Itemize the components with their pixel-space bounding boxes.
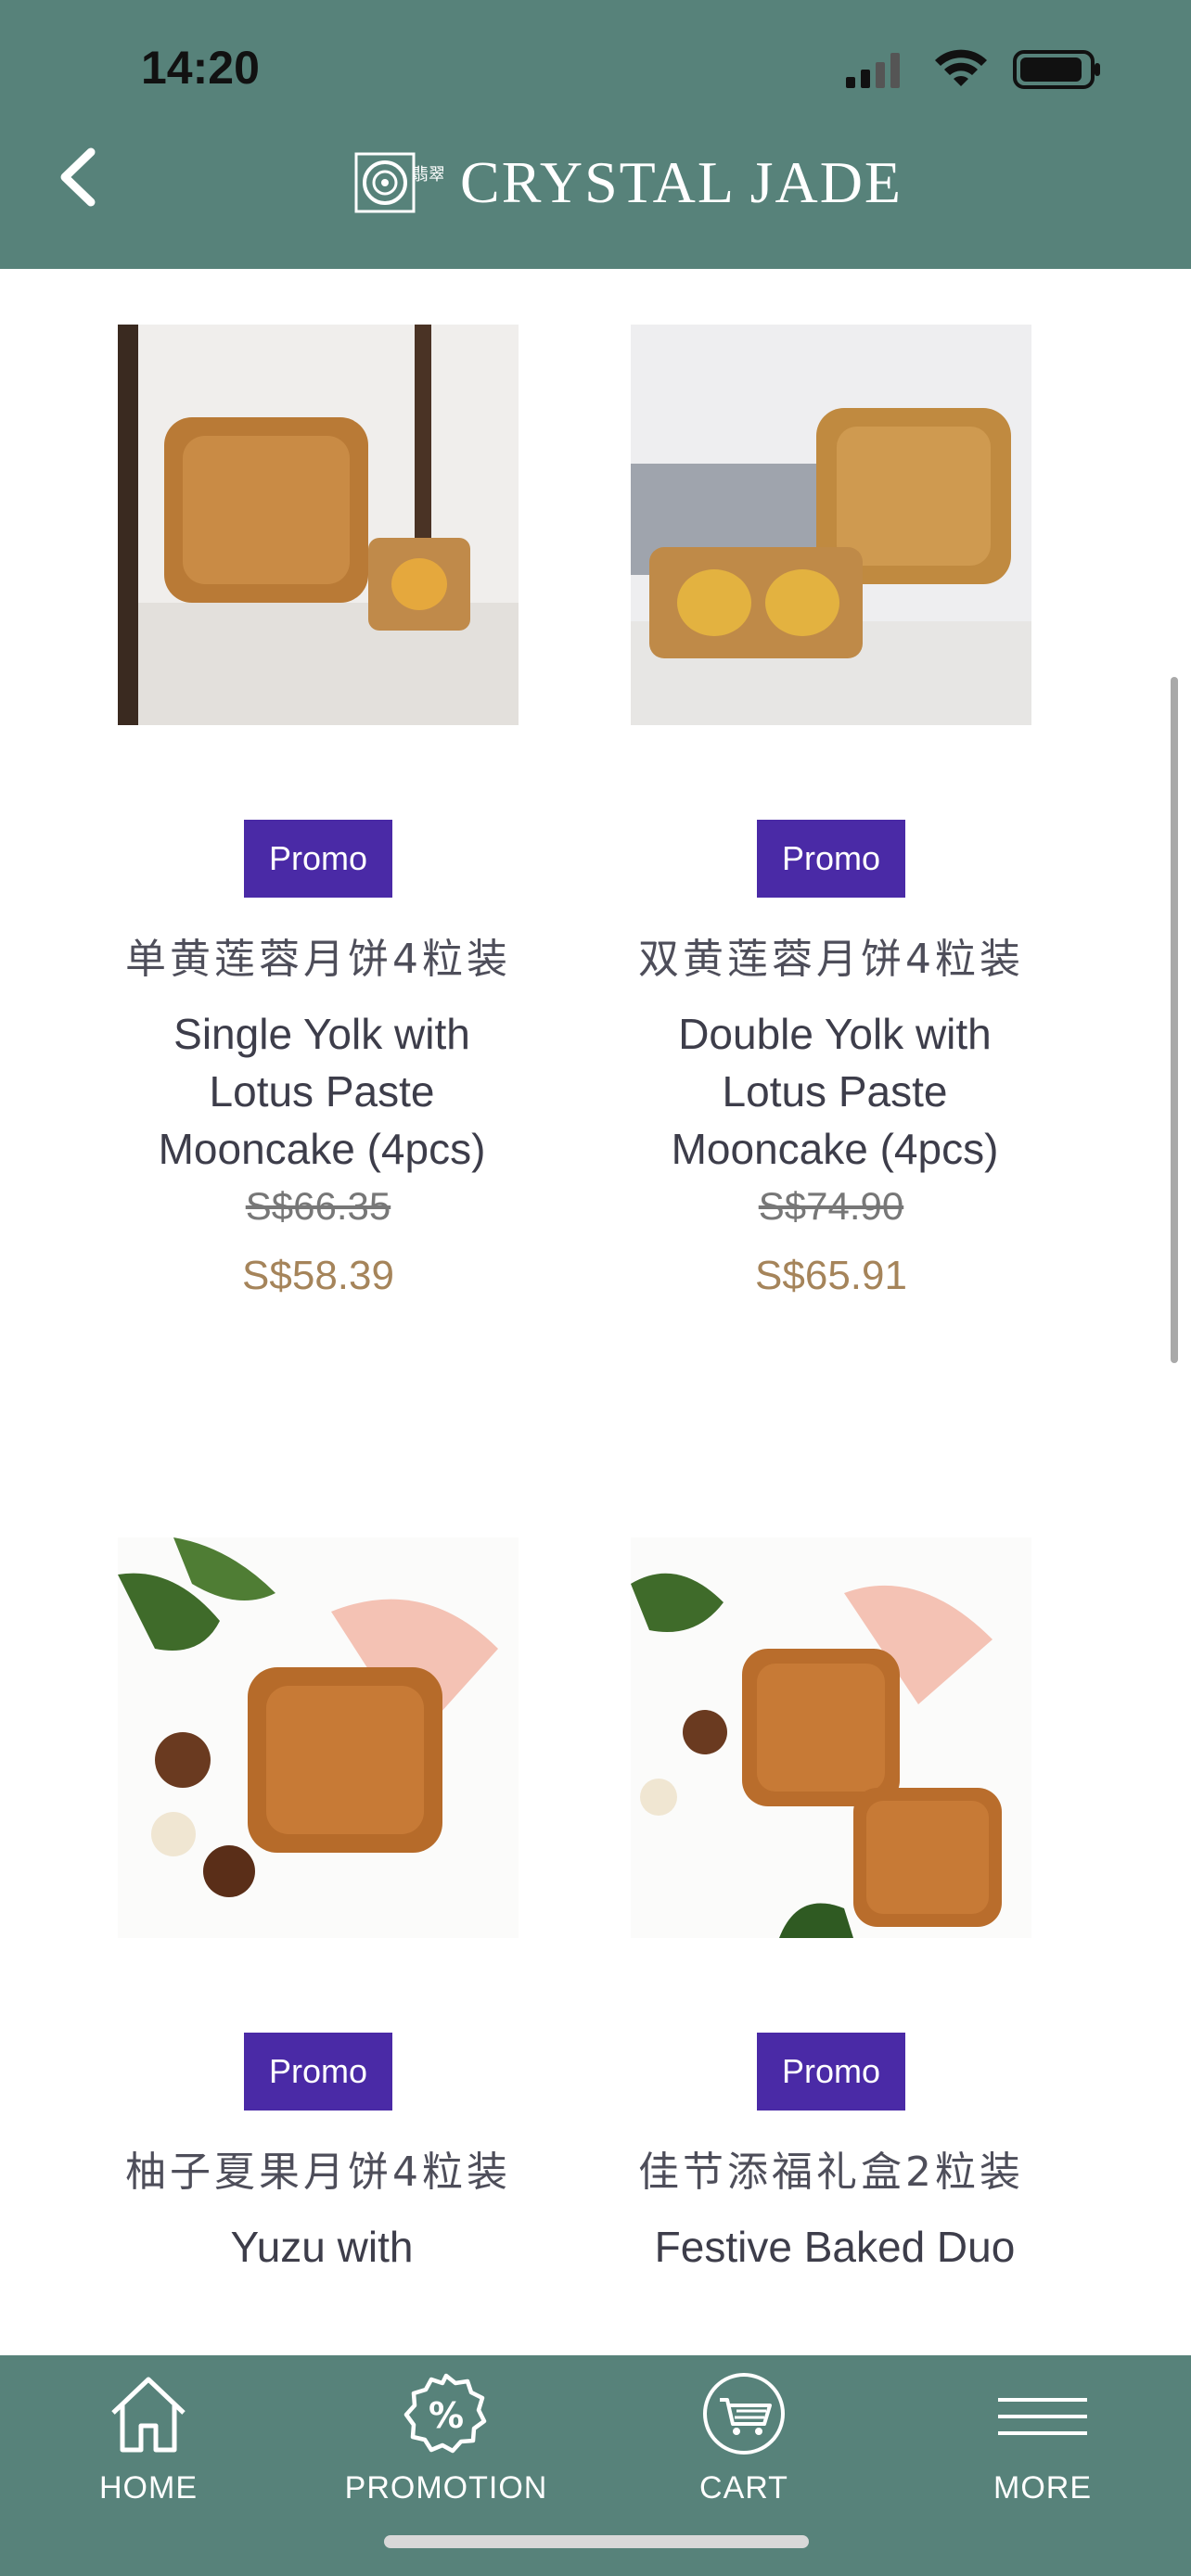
tab-more-label: MORE <box>993 2470 1092 2506</box>
menu-icon <box>998 2398 1087 2435</box>
product-image[interactable] <box>631 1537 1031 1938</box>
original-price: S$74.90 <box>758 1184 904 1228</box>
product-name-en[interactable]: Festive Baked Duo <box>631 2218 1039 2276</box>
wifi-icon <box>935 49 987 86</box>
product-name-en[interactable]: Yuzu with <box>118 2218 526 2276</box>
status-icons <box>844 48 1102 91</box>
promo-badge: Promo <box>757 2033 905 2111</box>
cart-icon <box>703 2373 785 2455</box>
scroll-indicator[interactable] <box>1171 677 1178 1363</box>
tab-cart-label: CART <box>699 2470 788 2506</box>
chevron-left-icon <box>60 147 96 207</box>
svg-text:%: % <box>429 2395 464 2436</box>
brand-name: CRYSTAL JADE <box>460 149 903 215</box>
app-header: 14:20 翡翠 CRYSTAL JADE <box>0 0 1191 269</box>
discount-badge-icon: % <box>403 2373 487 2454</box>
product-name-cn[interactable]: 双黄莲蓉月饼4粒装 <box>636 924 1026 996</box>
crystal-jade-logo-icon: 翡翠 <box>354 152 443 213</box>
promo-badge: Promo <box>244 820 392 898</box>
product-image[interactable] <box>118 325 519 725</box>
home-indicator[interactable] <box>384 2535 809 2548</box>
tab-more[interactable]: MORE <box>922 2355 1163 2522</box>
cellular-signal-icon <box>846 53 900 88</box>
tab-home-label: HOME <box>99 2470 198 2506</box>
sale-price: S$58.39 <box>242 1253 394 1298</box>
product-name-en[interactable]: Double Yolk with Lotus Paste Mooncake (4… <box>631 1005 1039 1178</box>
product-name-cn[interactable]: 佳节添福礼盒2粒装 <box>636 2136 1026 2209</box>
product-image[interactable] <box>631 325 1031 725</box>
sale-price: S$65.91 <box>755 1253 907 1298</box>
product-grid[interactable]: Promo 单黄莲蓉月饼4粒装 Single Yolk with Lotus P… <box>0 269 1191 2355</box>
home-icon <box>111 2377 186 2453</box>
product-image[interactable] <box>118 1537 519 1938</box>
tab-cart[interactable]: CART <box>623 2355 864 2522</box>
promo-badge: Promo <box>244 2033 392 2111</box>
product-name-en[interactable]: Single Yolk with Lotus Paste Mooncake (4… <box>118 1005 526 1178</box>
promo-badge: Promo <box>757 820 905 898</box>
product-card[interactable]: Promo 双黄莲蓉月饼4粒装 Double Yolk with Lotus P… <box>631 325 1031 1304</box>
brand-seal-top: 翡翠 <box>412 165 443 185</box>
back-button[interactable] <box>52 145 108 210</box>
original-price: S$66.35 <box>245 1184 391 1228</box>
battery-icon <box>1013 50 1100 89</box>
tab-home[interactable]: HOME <box>28 2355 269 2522</box>
product-card[interactable]: Promo 佳节添福礼盒2粒装 Festive Baked Duo <box>631 1537 1031 2276</box>
product-name-cn[interactable]: 柚子夏果月饼4粒装 <box>123 2136 513 2209</box>
product-name-cn[interactable]: 单黄莲蓉月饼4粒装 <box>123 924 513 996</box>
product-card[interactable]: Promo 柚子夏果月饼4粒装 Yuzu with <box>118 1537 519 2276</box>
brand-logo: 翡翠 CRYSTAL JADE <box>354 148 903 217</box>
tab-promotion[interactable]: % PROMOTION <box>326 2355 567 2522</box>
status-time: 14:20 <box>141 42 260 94</box>
product-card[interactable]: Promo 单黄莲蓉月饼4粒装 Single Yolk with Lotus P… <box>118 325 519 1304</box>
tab-promotion-label: PROMOTION <box>344 2470 548 2506</box>
